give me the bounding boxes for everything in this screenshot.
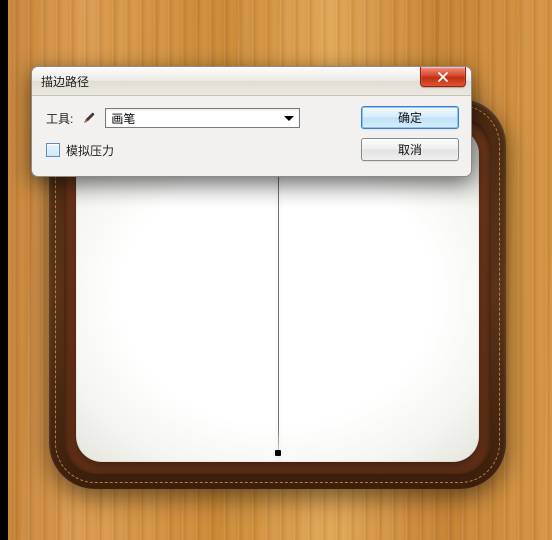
simulate-pressure-checkbox[interactable] (46, 143, 60, 157)
notebook-page (76, 128, 479, 462)
ok-button-label: 确定 (398, 109, 422, 126)
tool-dropdown[interactable]: 画笔 (105, 108, 300, 128)
pressure-row: 模拟压力 (46, 138, 351, 162)
left-edge-strip (0, 0, 8, 540)
tool-row: 工具: 画笔 (46, 106, 351, 130)
desktop-background: 描边路径 工具: 画笔 (0, 0, 552, 540)
simulate-pressure-label: 模拟压力 (66, 142, 114, 159)
tool-dropdown-value: 画笔 (111, 110, 135, 127)
ok-button[interactable]: 确定 (361, 106, 459, 129)
cancel-button[interactable]: 取消 (361, 138, 459, 161)
dialog-title: 描边路径 (41, 73, 89, 90)
chevron-down-icon (284, 116, 294, 121)
close-button[interactable] (420, 66, 466, 87)
dialog-body: 工具: 画笔 模拟压力 (32, 96, 471, 176)
page-center-fold (278, 128, 279, 462)
stroke-path-dialog: 描边路径 工具: 画笔 (31, 66, 472, 177)
dialog-titlebar[interactable]: 描边路径 (32, 67, 471, 96)
brush-icon (79, 108, 99, 128)
path-anchor-point (275, 450, 281, 456)
button-column: 确定 取消 (361, 106, 459, 162)
close-icon (437, 72, 449, 82)
cancel-button-label: 取消 (398, 141, 422, 158)
form-column: 工具: 画笔 模拟压力 (46, 106, 351, 162)
tool-label: 工具: (46, 110, 73, 127)
